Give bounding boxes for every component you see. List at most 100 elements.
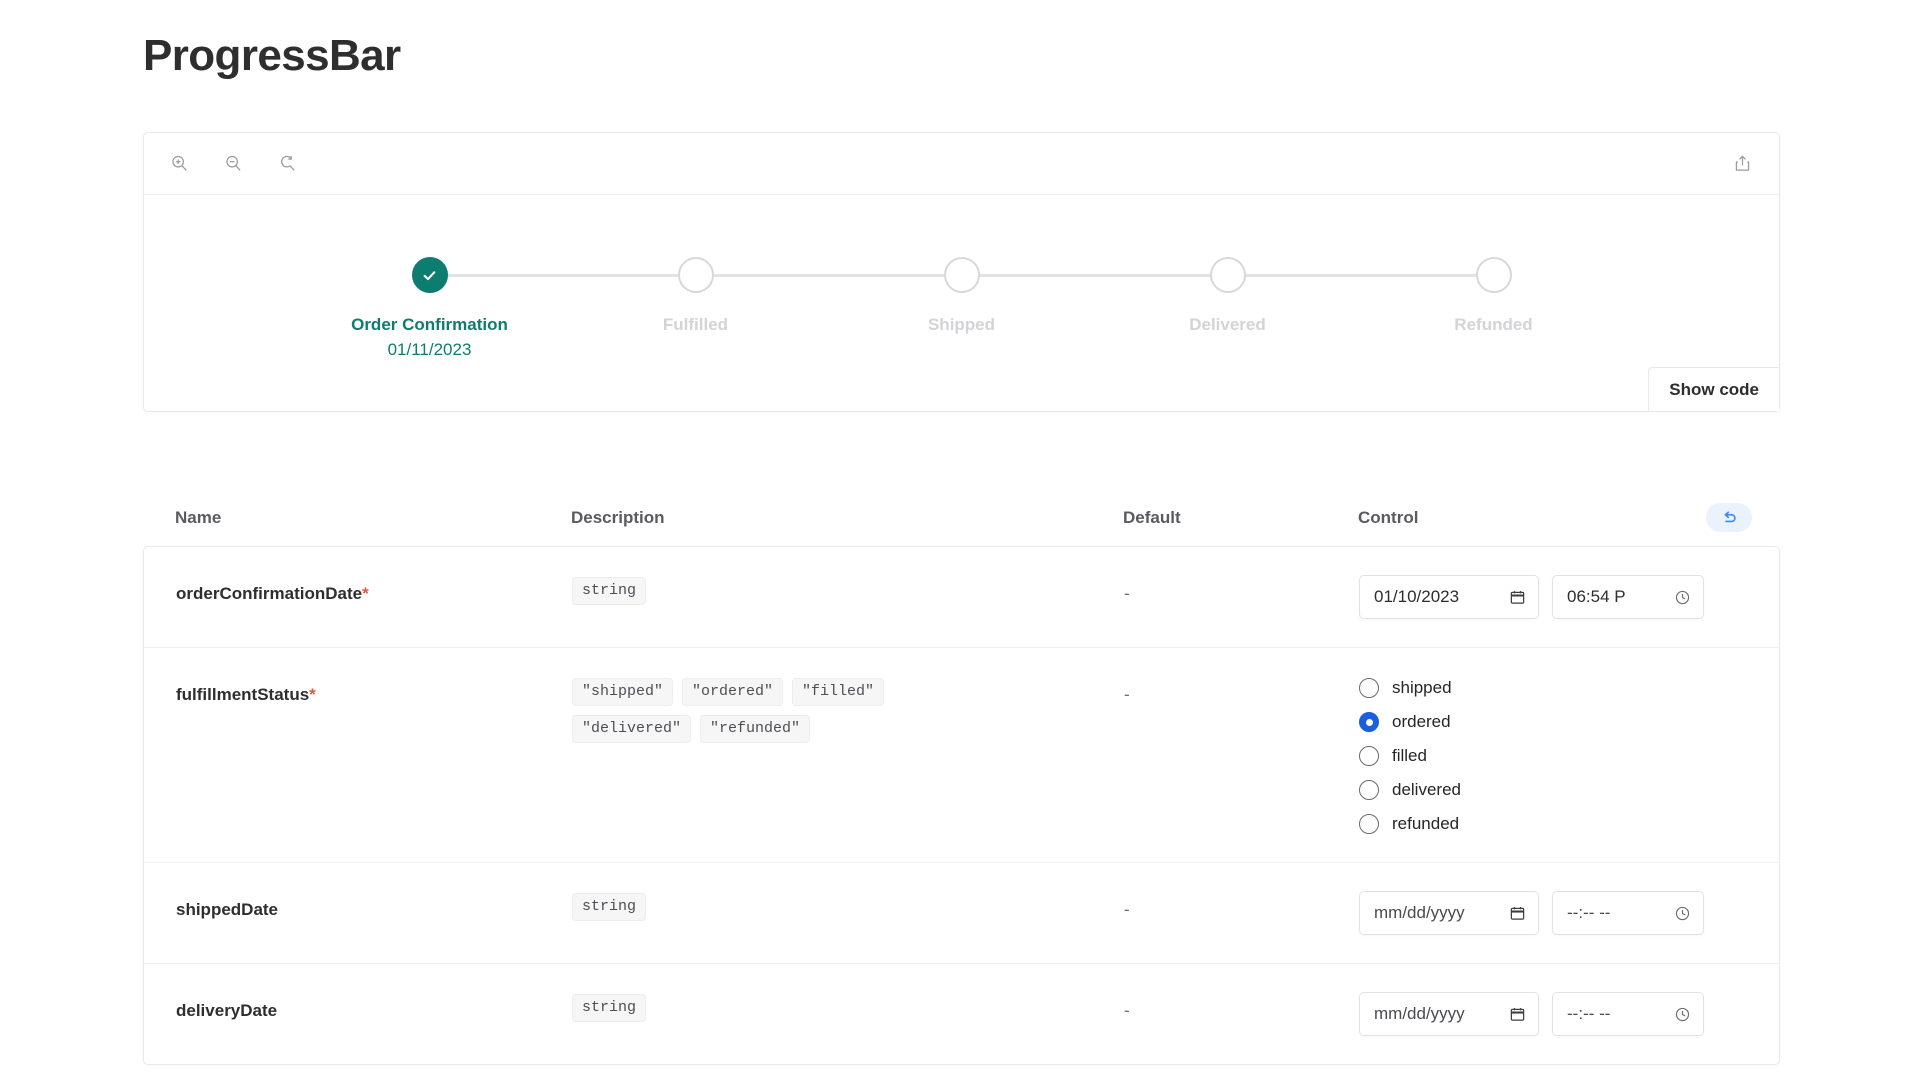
time-input-placeholder: --:-- --: [1567, 1004, 1611, 1023]
step-circle: [943, 257, 980, 293]
step-fulfilled[interactable]: Fulfilled: [563, 257, 829, 335]
arg-name: shippedDate: [176, 891, 572, 920]
clock-icon[interactable]: [1674, 905, 1691, 922]
arg-control: mm/dd/yyyy --:-- --: [1359, 992, 1747, 1036]
undo-icon: [1724, 511, 1736, 523]
arg-name-text: deliveryDate: [176, 1001, 278, 1020]
show-code-button[interactable]: Show code: [1648, 367, 1779, 411]
type-chip: "ordered": [682, 678, 784, 706]
story-preview-card: Order Confirmation 01/11/2023 Fulfilled …: [143, 132, 1780, 412]
arg-control: mm/dd/yyyy --:-- --: [1359, 891, 1747, 935]
type-chip: string: [572, 893, 647, 921]
time-input[interactable]: --:-- --: [1552, 891, 1704, 935]
arg-control: shipped ordered filled delivered refunde…: [1359, 676, 1747, 834]
progress-bar-stepper: Order Confirmation 01/11/2023 Fulfilled …: [297, 257, 1627, 360]
share-icon[interactable]: [1729, 151, 1755, 177]
step-label: Refunded: [1454, 315, 1533, 334]
step-order-confirmation[interactable]: Order Confirmation 01/11/2023: [297, 257, 563, 360]
date-input[interactable]: mm/dd/yyyy: [1359, 891, 1539, 935]
radio-option-ordered[interactable]: ordered: [1359, 712, 1747, 732]
step-label: Delivered: [1189, 315, 1266, 334]
type-chip-list: "shipped" "ordered" "filled" "delivered"…: [572, 676, 1002, 743]
radio-label: shipped: [1392, 678, 1452, 697]
step-circle: [1209, 257, 1246, 293]
step-circle: [411, 257, 448, 293]
radio-indicator: [1359, 780, 1379, 800]
arg-name: orderConfirmationDate*: [176, 575, 572, 604]
header-name: Name: [175, 508, 222, 527]
time-input-placeholder: --:-- --: [1567, 903, 1611, 922]
radio-label: refunded: [1392, 814, 1460, 833]
date-input-value: 01/10/2023: [1374, 587, 1460, 606]
arg-default: -: [1124, 685, 1130, 704]
zoom-out-icon[interactable]: [220, 151, 246, 177]
toolbar-zoom-group: [166, 151, 300, 177]
arg-name-text: shippedDate: [176, 900, 279, 919]
step-shipped[interactable]: Shipped: [829, 257, 1095, 335]
step-label: Shipped: [927, 315, 996, 334]
arg-description: string: [572, 891, 1124, 921]
step-circle: [677, 257, 714, 293]
type-chip: "refunded": [700, 715, 811, 743]
time-input[interactable]: 06:54 P: [1552, 575, 1704, 619]
datetime-control: mm/dd/yyyy --:-- --: [1359, 891, 1747, 935]
arg-description: "shipped" "ordered" "filled" "delivered"…: [572, 676, 1124, 743]
arg-description: string: [572, 575, 1124, 605]
args-table-section: Name Description Default Control orderCo…: [143, 490, 1780, 1065]
type-chip-list: string: [572, 891, 1002, 921]
table-row: fulfillmentStatus* "shipped" "ordered" "…: [144, 648, 1779, 863]
time-input-value: 06:54 P: [1567, 587, 1626, 606]
radio-option-delivered[interactable]: delivered: [1359, 780, 1747, 800]
datetime-control: 01/10/2023 06:54 P: [1359, 575, 1747, 619]
radio-option-filled[interactable]: filled: [1359, 746, 1747, 766]
radio-option-refunded[interactable]: refunded: [1359, 814, 1747, 834]
date-input-placeholder: mm/dd/yyyy: [1374, 903, 1465, 922]
zoom-in-icon[interactable]: [166, 151, 192, 177]
radio-indicator: [1359, 814, 1379, 834]
table-row: deliveryDate string - mm/dd/yyyy --:-- -…: [144, 964, 1779, 1064]
zoom-reset-icon[interactable]: [274, 151, 300, 177]
arg-default: -: [1124, 1001, 1130, 1020]
arg-description: string: [572, 992, 1124, 1022]
date-input[interactable]: 01/10/2023: [1359, 575, 1539, 619]
story-canvas: Order Confirmation 01/11/2023 Fulfilled …: [144, 195, 1779, 411]
date-input[interactable]: mm/dd/yyyy: [1359, 992, 1539, 1036]
preview-toolbar: [144, 133, 1779, 195]
calendar-icon[interactable]: [1509, 1006, 1526, 1023]
type-chip: string: [572, 577, 647, 605]
radio-group-fulfillment-status: shipped ordered filled delivered refunde…: [1359, 676, 1747, 834]
table-row: shippedDate string - mm/dd/yyyy --:-- --: [144, 863, 1779, 964]
reset-controls-button[interactable]: [1706, 503, 1752, 532]
step-circle: [1475, 257, 1512, 293]
time-input[interactable]: --:-- --: [1552, 992, 1704, 1036]
type-chip-list: string: [572, 992, 1002, 1022]
args-table: orderConfirmationDate* string - 01/10/20…: [143, 546, 1780, 1065]
radio-indicator: [1359, 678, 1379, 698]
required-marker: *: [309, 685, 316, 704]
calendar-icon[interactable]: [1509, 589, 1526, 606]
calendar-icon[interactable]: [1509, 905, 1526, 922]
header-description: Description: [571, 508, 665, 527]
show-code-container: Show code: [1648, 367, 1779, 411]
page-title: ProgressBar: [143, 31, 401, 80]
table-row: orderConfirmationDate* string - 01/10/20…: [144, 547, 1779, 648]
arg-name: fulfillmentStatus*: [176, 676, 572, 705]
step-refunded[interactable]: Refunded: [1361, 257, 1627, 335]
clock-icon[interactable]: [1674, 1006, 1691, 1023]
radio-indicator: [1359, 712, 1379, 732]
arg-control: 01/10/2023 06:54 P: [1359, 575, 1747, 619]
type-chip: "delivered": [572, 715, 692, 743]
arg-name: deliveryDate: [176, 992, 572, 1021]
radio-indicator: [1359, 746, 1379, 766]
arg-default: -: [1124, 900, 1130, 919]
type-chip: string: [572, 994, 647, 1022]
step-date: 01/11/2023: [387, 340, 472, 359]
radio-option-shipped[interactable]: shipped: [1359, 678, 1747, 698]
date-input-placeholder: mm/dd/yyyy: [1374, 1004, 1465, 1023]
step-label: Order Confirmation: [351, 315, 508, 334]
clock-icon[interactable]: [1674, 589, 1691, 606]
arg-default: -: [1124, 584, 1130, 603]
check-icon: [423, 270, 436, 280]
step-delivered[interactable]: Delivered: [1095, 257, 1361, 335]
required-marker: *: [362, 584, 369, 603]
